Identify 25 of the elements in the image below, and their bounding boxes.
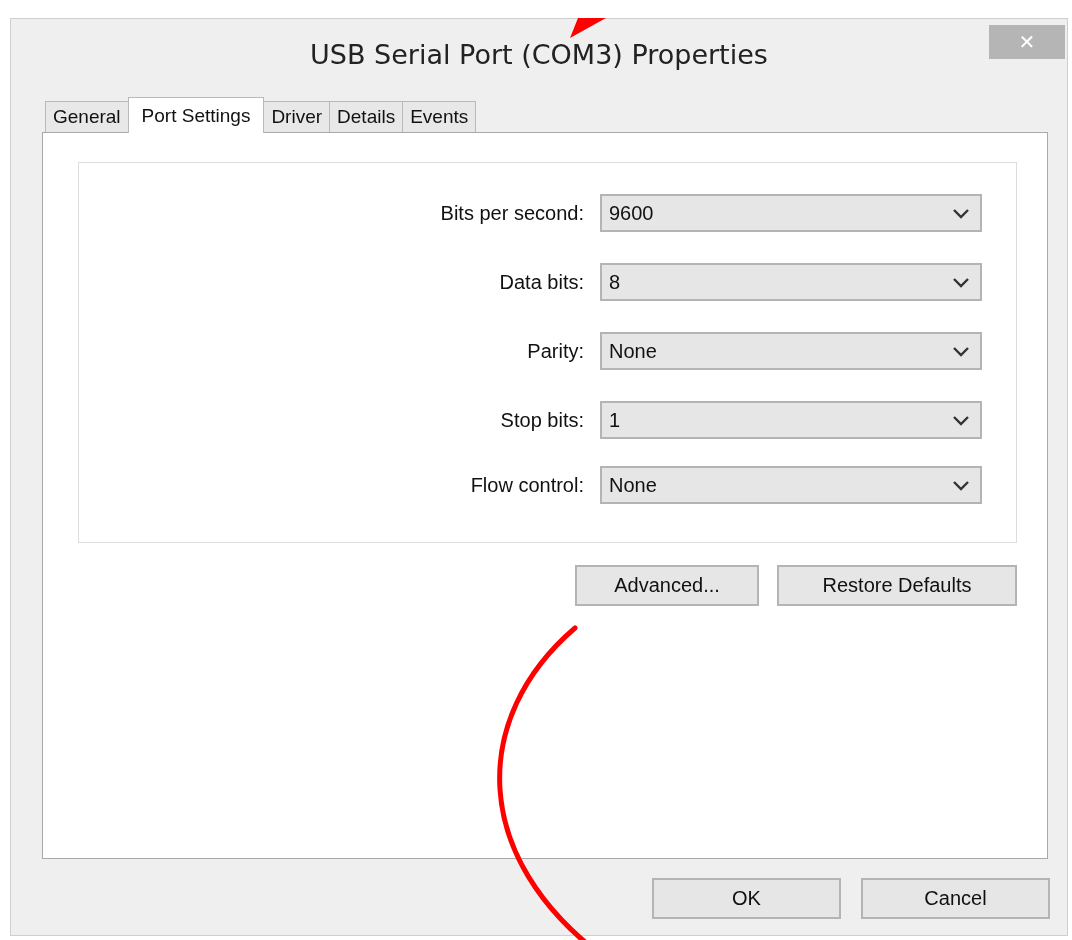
- tab[interactable]: Events: [402, 101, 477, 132]
- window-title: USB Serial Port (COM3) Properties: [310, 38, 768, 70]
- tab[interactable]: Port Settings: [127, 97, 265, 133]
- field-label: Data bits:: [499, 270, 584, 294]
- dropdown[interactable]: 9600: [600, 194, 982, 232]
- chevron-down-icon: [952, 207, 970, 219]
- tab[interactable]: Details: [329, 101, 404, 132]
- button[interactable]: Advanced...: [575, 565, 759, 606]
- field-label: Stop bits:: [500, 408, 584, 432]
- dropdown[interactable]: None: [600, 332, 982, 370]
- chevron-down-icon: [952, 479, 970, 491]
- chevron-down-icon: [952, 414, 970, 426]
- dropdown[interactable]: 8: [600, 263, 982, 301]
- field-label: Bits per second:: [440, 201, 584, 225]
- dropdown[interactable]: 1: [600, 401, 982, 439]
- field-label: Parity:: [527, 339, 584, 363]
- chevron-down-icon: [952, 276, 970, 288]
- field-label: Flow control:: [470, 473, 584, 497]
- chevron-down-icon: [952, 345, 970, 357]
- tab[interactable]: General: [45, 101, 129, 132]
- button[interactable]: Restore Defaults: [777, 565, 1017, 606]
- tab[interactable]: Driver: [263, 101, 331, 132]
- dropdown[interactable]: None: [600, 466, 982, 504]
- button[interactable]: OK: [652, 878, 841, 919]
- button[interactable]: Cancel: [861, 878, 1050, 919]
